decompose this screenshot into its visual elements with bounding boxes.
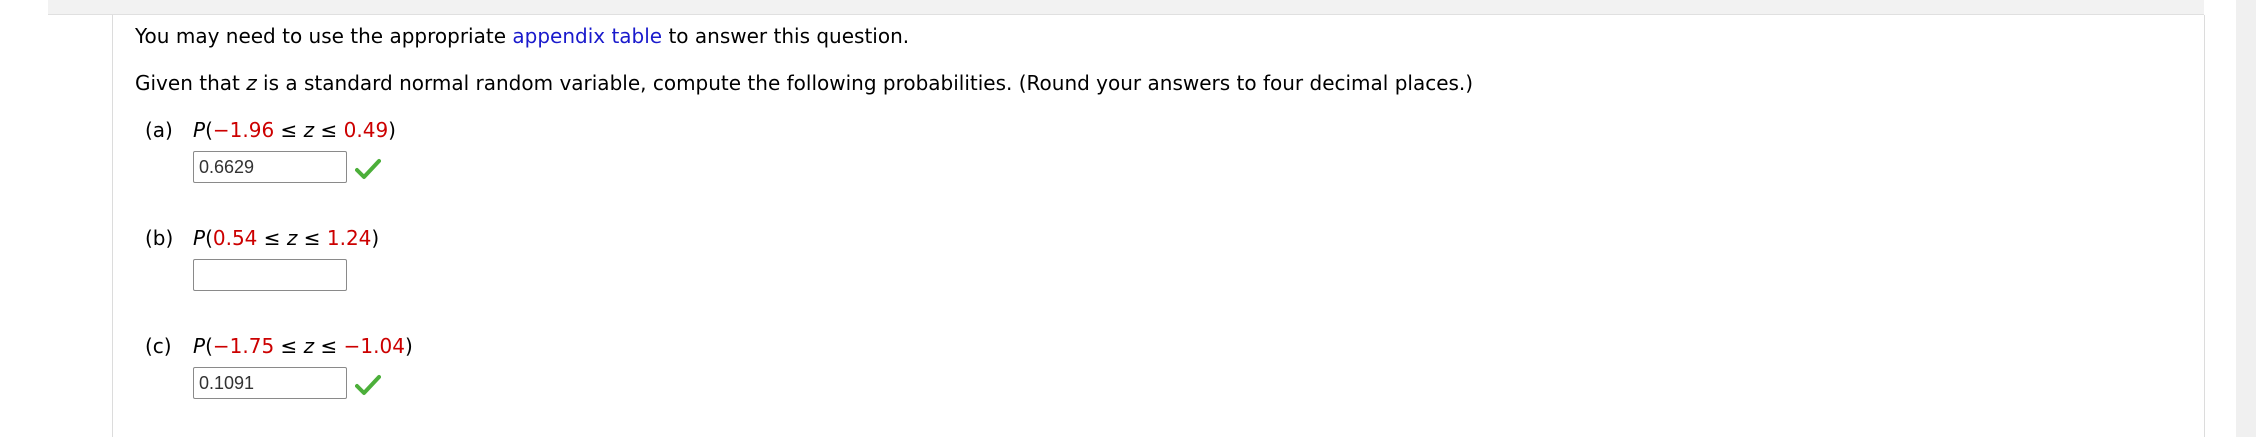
answer-input-a[interactable] <box>193 151 347 183</box>
top-band <box>48 0 2204 15</box>
lower-bound: −1.96 <box>212 118 275 142</box>
instruction-line: You may need to use the appropriate appe… <box>135 22 909 50</box>
appendix-table-link[interactable]: appendix table <box>512 24 662 48</box>
part-label: (b) <box>145 226 174 250</box>
lower-bound: 0.54 <box>212 226 258 250</box>
upper-bound: −1.04 <box>343 334 405 358</box>
prompt-text-1: Given that <box>135 71 247 95</box>
answer-input-c[interactable] <box>193 367 347 399</box>
part-label: (c) <box>145 334 172 358</box>
prompt-variable: z <box>246 71 257 95</box>
upper-bound: 1.24 <box>326 226 372 250</box>
instruction-text-after: to answer this question. <box>662 24 910 48</box>
left-divider <box>112 15 113 437</box>
probability-expression: P(−1.75 ≤ z ≤ −1.04) <box>193 334 413 358</box>
check-icon <box>355 159 381 179</box>
upper-bound: 0.49 <box>343 118 389 142</box>
question-prompt: Given that z is a standard normal random… <box>135 69 1473 97</box>
part-b: (b) P(0.54 ≤ z ≤ 1.24) <box>145 224 745 291</box>
answer-input-b[interactable] <box>193 259 347 291</box>
part-c: (c) P(−1.75 ≤ z ≤ −1.04) <box>145 332 745 399</box>
right-divider <box>2204 15 2205 437</box>
instruction-text-before: You may need to use the appropriate <box>135 24 513 48</box>
probability-expression: P(−1.96 ≤ z ≤ 0.49) <box>193 118 396 142</box>
part-label: (a) <box>145 118 173 142</box>
prompt-text-2: is a standard normal random variable, co… <box>256 71 1474 95</box>
check-icon <box>355 375 381 395</box>
lower-bound: −1.75 <box>212 334 275 358</box>
scrollbar-gutter[interactable] <box>2236 0 2256 437</box>
probability-expression: P(0.54 ≤ z ≤ 1.24) <box>193 226 380 250</box>
part-a: (a) P(−1.96 ≤ z ≤ 0.49) <box>145 116 745 183</box>
